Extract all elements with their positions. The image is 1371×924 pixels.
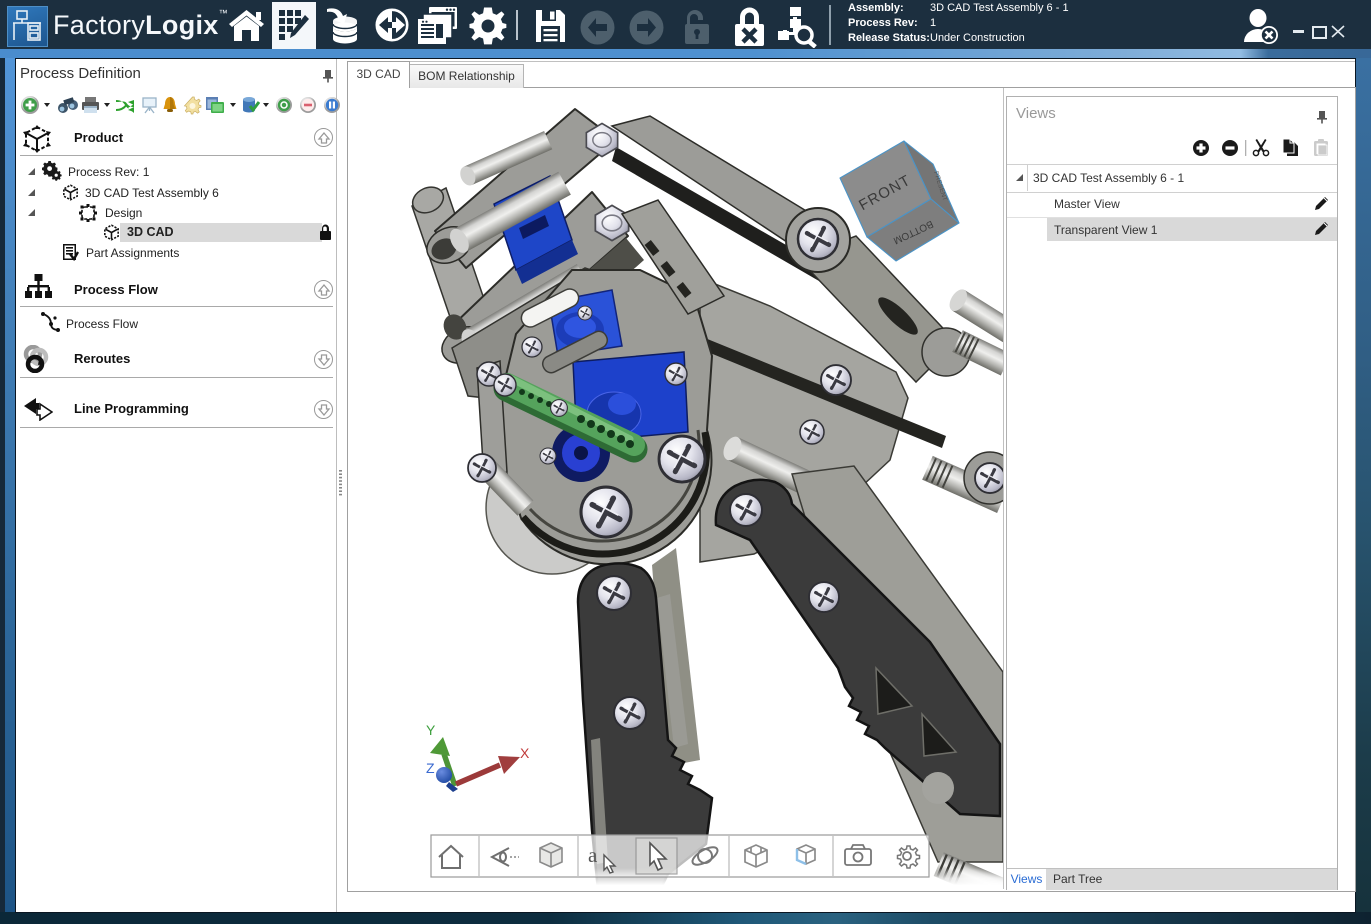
svg-text:Y: Y <box>426 722 436 738</box>
svg-text:X: X <box>520 745 530 761</box>
svg-text:Z: Z <box>426 760 435 776</box>
svg-text:a: a <box>588 843 598 867</box>
